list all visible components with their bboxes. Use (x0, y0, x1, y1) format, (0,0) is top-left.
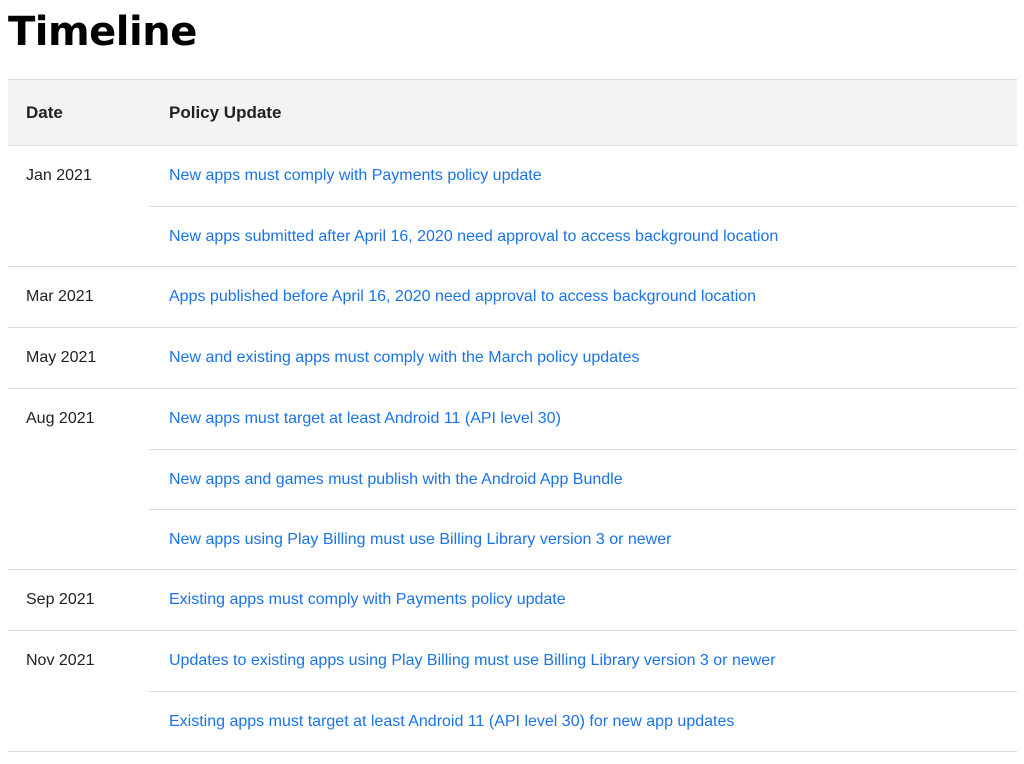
timeline-date: Jan 2021 (26, 167, 92, 184)
policy-update-link[interactable]: New apps must target at least Android 11… (169, 410, 561, 427)
table-row: Apps published before April 16, 2020 nee… (149, 267, 1017, 327)
timeline-group: Mar 2021 Apps published before April 16,… (8, 267, 1017, 328)
timeline-date: May 2021 (26, 349, 97, 366)
policy-update-link[interactable]: New apps submitted after April 16, 2020 … (169, 228, 778, 245)
table-row: New apps must target at least Android 11… (149, 389, 1017, 449)
timeline-group: May 2021 New and existing apps must comp… (8, 328, 1017, 389)
timeline-table: Date Policy Update Jan 2021 New apps mus… (8, 79, 1017, 752)
timeline-group: Jan 2021 New apps must comply with Payme… (8, 146, 1017, 267)
policy-update-link[interactable]: New and existing apps must comply with t… (169, 349, 639, 366)
page-title: Timeline (8, 9, 197, 55)
table-header: Date Policy Update (8, 80, 1017, 146)
update-list: Existing apps must comply with Payments … (149, 570, 1017, 630)
update-list: New apps must target at least Android 11… (149, 389, 1017, 569)
timeline-date: Mar 2021 (26, 288, 94, 305)
table-row: Existing apps must comply with Payments … (149, 570, 1017, 630)
table-row: New apps must comply with Payments polic… (149, 146, 1017, 206)
header-date: Date (26, 103, 63, 122)
policy-update-link[interactable]: Apps published before April 16, 2020 nee… (169, 288, 756, 305)
policy-update-link[interactable]: Updates to existing apps using Play Bill… (169, 652, 776, 669)
update-list: New and existing apps must comply with t… (149, 328, 1017, 388)
policy-update-link[interactable]: Existing apps must target at least Andro… (169, 713, 734, 730)
timeline-date: Sep 2021 (26, 591, 95, 608)
policy-update-link[interactable]: New apps and games must publish with the… (169, 471, 623, 488)
header-policy-update: Policy Update (169, 103, 282, 122)
timeline-group: Aug 2021 New apps must target at least A… (8, 389, 1017, 570)
timeline-group: Nov 2021 Updates to existing apps using … (8, 631, 1017, 752)
policy-update-link[interactable]: New apps must comply with Payments polic… (169, 167, 542, 184)
table-row: New and existing apps must comply with t… (149, 328, 1017, 388)
policy-update-link[interactable]: Existing apps must comply with Payments … (169, 591, 566, 608)
timeline-date: Aug 2021 (26, 410, 95, 427)
table-row: New apps submitted after April 16, 2020 … (149, 206, 1017, 266)
table-row: New apps and games must publish with the… (149, 449, 1017, 509)
table-row: Existing apps must target at least Andro… (149, 691, 1017, 751)
timeline-group: Sep 2021 Existing apps must comply with … (8, 570, 1017, 631)
update-list: Updates to existing apps using Play Bill… (149, 631, 1017, 751)
table-row: New apps using Play Billing must use Bil… (149, 509, 1017, 569)
timeline-date: Nov 2021 (26, 652, 95, 669)
update-list: Apps published before April 16, 2020 nee… (149, 267, 1017, 327)
policy-update-link[interactable]: New apps using Play Billing must use Bil… (169, 531, 671, 548)
update-list: New apps must comply with Payments polic… (149, 146, 1017, 266)
table-row: Updates to existing apps using Play Bill… (149, 631, 1017, 691)
